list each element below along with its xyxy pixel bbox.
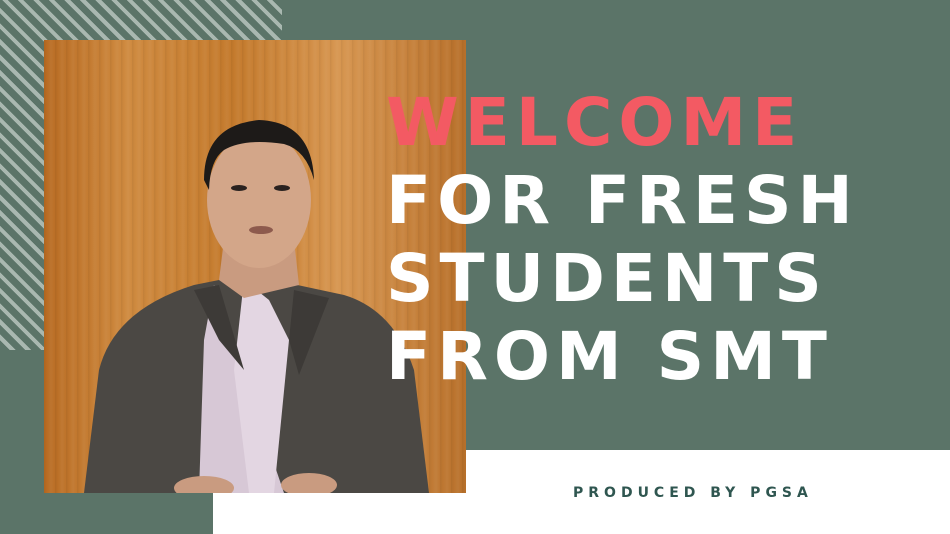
title-line-for-fresh: FOR FRESH — [386, 162, 859, 239]
title-line-students: STUDENTS — [386, 240, 828, 317]
produced-by-credit: PRODUCED BY PGSA — [573, 485, 813, 501]
welcome-title: WELCOME FOR FRESH STUDENTS FROM SMT — [386, 84, 859, 396]
title-line-from-smt: FROM SMT — [386, 318, 833, 395]
title-line-welcome: WELCOME — [386, 84, 804, 161]
